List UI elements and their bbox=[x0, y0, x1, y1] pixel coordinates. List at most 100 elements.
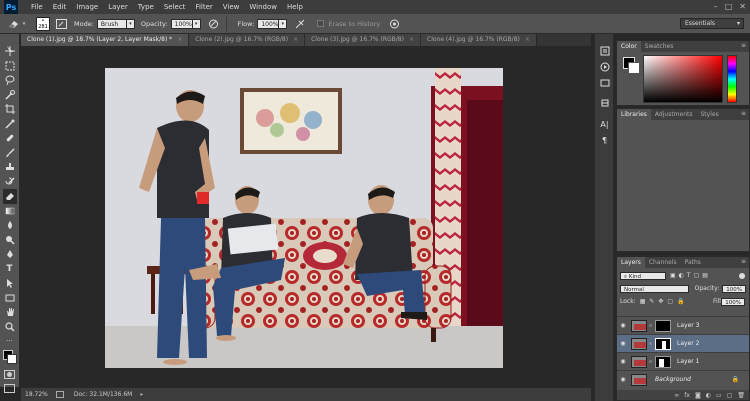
new-group-icon[interactable]: ▭ bbox=[716, 392, 722, 399]
tab-channels[interactable]: Channels bbox=[645, 257, 681, 268]
zoom-tool-icon[interactable] bbox=[3, 320, 17, 335]
tab-clone-1[interactable]: Clone (1).jpg @ 18.7% (Layer 2, Layer Ma… bbox=[21, 34, 190, 46]
minimize-button[interactable]: – bbox=[714, 2, 718, 11]
move-tool-icon[interactable] bbox=[3, 44, 17, 59]
lock-options-icons[interactable]: ▦✎✥▢🔒 bbox=[640, 298, 689, 305]
link-chain-icon[interactable]: ∞ bbox=[648, 341, 653, 347]
paragraph-icon[interactable]: ¶ bbox=[598, 134, 611, 147]
status-menu-icon[interactable]: ▸ bbox=[140, 391, 143, 398]
menu-file[interactable]: File bbox=[26, 3, 48, 11]
color-picker-field[interactable] bbox=[643, 55, 723, 103]
eraser-tool-preset-icon[interactable] bbox=[6, 17, 20, 31]
flow-dropdown-icon[interactable]: ▾ bbox=[279, 18, 288, 29]
document-canvas[interactable] bbox=[105, 68, 503, 368]
menu-image[interactable]: Image bbox=[71, 3, 103, 11]
tab-close-icon[interactable]: × bbox=[293, 36, 298, 43]
layer-row-layer-2[interactable]: ◉ ∞ Layer 2 bbox=[617, 334, 749, 352]
visibility-eye-icon[interactable]: ◉ bbox=[617, 340, 629, 347]
tab-close-icon[interactable]: × bbox=[177, 36, 182, 43]
path-selection-tool-icon[interactable] bbox=[3, 276, 17, 291]
flow-field[interactable]: 100% bbox=[257, 18, 280, 29]
type-tool-icon[interactable]: T bbox=[3, 262, 17, 277]
erase-to-history-checkbox[interactable] bbox=[317, 20, 325, 27]
filter-toggle-icon[interactable] bbox=[739, 272, 745, 279]
filter-type-icons[interactable]: ▣◐T▢▤ bbox=[670, 272, 711, 279]
workspace-switcher[interactable]: Essentials ▾ bbox=[680, 18, 744, 29]
panel-menu-icon[interactable]: ≡ bbox=[741, 42, 746, 49]
tab-swatches[interactable]: Swatches bbox=[641, 41, 678, 52]
layer-row-layer-1[interactable]: ◉ ∞ Layer 1 bbox=[617, 352, 749, 370]
kind-filter[interactable]: ⌕ Kind bbox=[620, 271, 666, 280]
layer-row-layer-3[interactable]: ◉ ∞ Layer 3 bbox=[617, 316, 749, 334]
eraser-tool-icon[interactable] bbox=[2, 189, 17, 204]
menu-layer[interactable]: Layer bbox=[103, 3, 133, 11]
opacity-dropdown-icon[interactable]: ▾ bbox=[192, 18, 201, 29]
history-brush-tool-icon[interactable] bbox=[3, 175, 17, 190]
tab-close-icon[interactable]: × bbox=[525, 36, 530, 43]
preset-dropdown-icon[interactable]: ▾ bbox=[20, 19, 28, 29]
menu-select[interactable]: Select bbox=[159, 3, 191, 11]
crop-tool-icon[interactable] bbox=[3, 102, 17, 117]
tab-paths[interactable]: Paths bbox=[681, 257, 705, 268]
link-chain-icon[interactable]: ∞ bbox=[648, 323, 653, 329]
tab-libraries[interactable]: Libraries bbox=[617, 109, 651, 120]
menu-window[interactable]: Window bbox=[244, 3, 282, 11]
layer-opacity-field[interactable]: 100% bbox=[722, 284, 746, 293]
visibility-eye-icon[interactable]: ◉ bbox=[617, 322, 629, 329]
layer-name[interactable]: Layer 3 bbox=[677, 322, 699, 329]
canvas-workspace[interactable] bbox=[21, 46, 591, 387]
lasso-tool-icon[interactable] bbox=[3, 73, 17, 88]
delete-layer-icon[interactable]: 🗑 bbox=[737, 392, 745, 399]
close-button[interactable]: ✕ bbox=[739, 2, 746, 11]
tab-layers[interactable]: Layers bbox=[617, 257, 645, 268]
menu-view[interactable]: View bbox=[218, 3, 245, 11]
panel-menu-icon[interactable]: ≡ bbox=[741, 110, 746, 117]
menu-filter[interactable]: Filter bbox=[190, 3, 217, 11]
healing-brush-tool-icon[interactable] bbox=[3, 131, 17, 146]
color-background-swatch[interactable] bbox=[628, 62, 640, 74]
menu-help[interactable]: Help bbox=[282, 3, 308, 11]
airbrush-icon[interactable] bbox=[293, 17, 307, 31]
gradient-tool-icon[interactable] bbox=[3, 204, 17, 219]
hue-slider[interactable] bbox=[727, 55, 737, 103]
hand-tool-icon[interactable] bbox=[3, 305, 17, 320]
layer-mask-thumbnail[interactable] bbox=[655, 355, 671, 368]
layer-style-icon[interactable]: fx bbox=[684, 392, 690, 399]
tab-styles[interactable]: Styles bbox=[697, 109, 723, 120]
export-icon[interactable] bbox=[55, 391, 64, 398]
dodge-tool-icon[interactable] bbox=[3, 233, 17, 248]
maximize-button[interactable]: □ bbox=[725, 2, 733, 11]
marquee-tool-icon[interactable] bbox=[3, 59, 17, 74]
layer-mask-thumbnail[interactable] bbox=[655, 319, 671, 332]
tab-clone-4[interactable]: Clone (4).jpg @ 16.7% (RGB/8) × bbox=[421, 34, 537, 46]
layer-mask-thumbnail[interactable] bbox=[655, 337, 671, 350]
pressure-opacity-icon[interactable] bbox=[207, 17, 221, 31]
quick-selection-tool-icon[interactable] bbox=[3, 88, 17, 103]
visibility-eye-icon[interactable]: ◉ bbox=[617, 358, 629, 365]
tab-clone-3[interactable]: Clone (3).jpg @ 16.7% (RGB/8) × bbox=[305, 34, 421, 46]
fill-field[interactable]: 100% bbox=[721, 297, 745, 306]
new-layer-icon[interactable]: ▢ bbox=[727, 392, 733, 399]
tab-clone-2[interactable]: Clone (2).jpg @ 16.7% (RGB/8) × bbox=[189, 34, 306, 46]
add-mask-icon[interactable]: ◙ bbox=[695, 392, 701, 399]
blend-mode-select[interactable]: Normal bbox=[620, 284, 689, 293]
zoom-level[interactable]: 18.72% bbox=[25, 391, 48, 398]
layer-name[interactable]: Layer 1 bbox=[677, 358, 699, 365]
info-icon[interactable] bbox=[598, 76, 611, 89]
rectangle-tool-icon[interactable] bbox=[3, 291, 17, 306]
brush-tool-icon[interactable] bbox=[3, 146, 17, 161]
mode-select[interactable]: Brush bbox=[96, 18, 127, 29]
actions-icon[interactable] bbox=[598, 60, 611, 73]
pressure-size-icon[interactable] bbox=[387, 17, 401, 31]
tab-color[interactable]: Color bbox=[617, 41, 641, 52]
layer-row-background[interactable]: ◉ Background 🔒 bbox=[617, 370, 749, 388]
eyedropper-tool-icon[interactable] bbox=[3, 117, 17, 132]
mode-dropdown-icon[interactable]: ▾ bbox=[126, 18, 135, 29]
adjustment-layer-icon[interactable]: ◐ bbox=[706, 392, 711, 399]
link-chain-icon[interactable]: ∞ bbox=[648, 359, 653, 365]
more-tools-icon[interactable]: ··· bbox=[3, 334, 17, 349]
visibility-eye-icon[interactable]: ◉ bbox=[617, 376, 629, 383]
brush-panel-icon[interactable] bbox=[54, 17, 68, 31]
pen-tool-icon[interactable] bbox=[3, 247, 17, 262]
clone-stamp-tool-icon[interactable] bbox=[3, 160, 17, 175]
